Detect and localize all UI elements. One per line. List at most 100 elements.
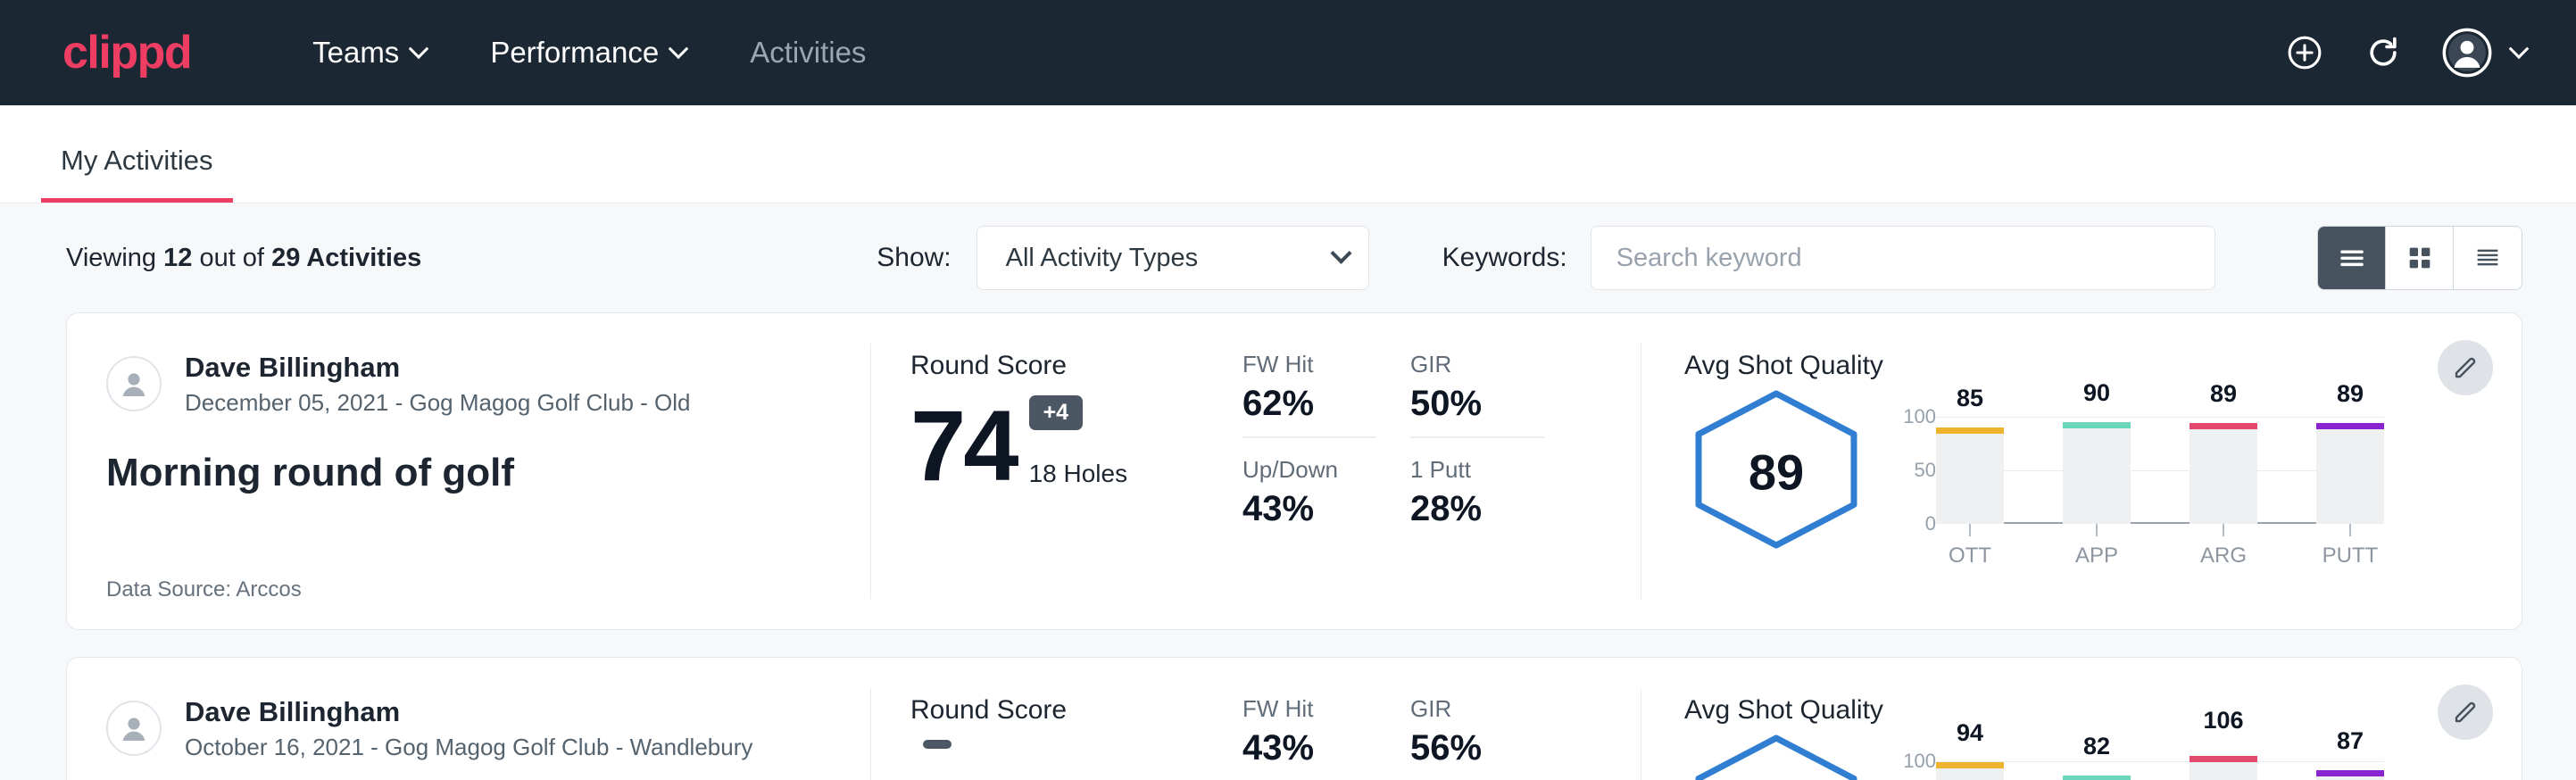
stat-up-down-value: 43% [1242,489,1376,529]
round-stats-column: FW Hit 43% GIR 56% [1203,658,1641,780]
x-label-app: APP [2063,544,2131,568]
account-menu[interactable] [2442,28,2526,78]
edit-activity-button[interactable] [2438,685,2493,740]
tab-my-activities[interactable]: My Activities [41,145,233,203]
avg-shot-quality-heading: Avg Shot Quality [1684,695,2522,726]
player-name: Dave Billingham [185,695,752,728]
bar-arg-cap [2190,423,2257,429]
activity-card[interactable]: Dave Billingham December 05, 2021 - Gog … [66,312,2522,630]
stat-fw-hit-value: 62% [1242,384,1376,424]
edit-activity-button[interactable] [2438,340,2493,395]
nav-item-teams[interactable]: Teams [280,36,458,70]
view-mode-grid-button[interactable] [2386,227,2454,289]
round-score-value: 74 [910,400,1017,492]
x-tick-arg: ARG [2190,524,2257,568]
tab-my-activities-label: My Activities [61,145,213,176]
avatar [106,356,162,411]
viewing-count: 12 [163,244,192,272]
nav-item-performance[interactable]: Performance [458,36,718,70]
stat-gir-label: GIR [1410,695,1544,723]
stat-one-putt: 1 Putt 28% [1410,438,1544,529]
stat-fw-hit-label: FW Hit [1242,695,1376,723]
bar-ott-value: 94 [1936,719,2004,747]
bar-ott: 85 [1936,417,2004,524]
score-to-par-badge [923,740,951,749]
bar-ott-body [1936,768,2004,780]
x-label-arg: ARG [2190,544,2257,568]
round-score-row [910,740,1203,780]
bar-arg: 89 [2190,417,2257,524]
shot-quality-bar-chart: 100 50 0 94 [1884,731,2384,780]
show-label: Show: [877,243,951,273]
keywords-label: Keywords: [1442,243,1567,273]
avatar [106,701,162,756]
viewing-prefix: Viewing [66,244,156,272]
chevron-down-icon [409,38,429,59]
bar-ott-cap [1936,762,2004,768]
activity-type-select[interactable]: All Activity Types [976,226,1369,290]
player-name: Dave Billingham [185,351,691,384]
nav-right-actions [2285,28,2526,78]
chevron-down-icon [669,38,689,59]
refresh-icon[interactable] [2364,33,2403,72]
viewing-total: 29 Activities [271,244,421,272]
round-score-column: Round Score 74 +4 18 Holes [871,313,1203,629]
stat-up-down-label: Up/Down [1242,456,1376,484]
add-circle-icon[interactable] [2285,33,2324,72]
bar-app-cap [2063,776,2131,780]
score-to-par-badge: +4 [1029,395,1084,430]
x-tick-putt: PUTT [2316,524,2384,568]
bar-app-body [2063,427,2131,524]
activity-type-select-value: All Activity Types [1006,244,1198,273]
chevron-down-icon [2509,38,2530,59]
avg-shot-quality-column: Avg Shot Quality 100 50 0 [1641,658,2522,780]
chart-bars: 85 90 [1936,386,2384,524]
list-view-icon [2337,243,2367,273]
avg-shot-quality-hexagon [1684,731,1868,780]
chart-bars: 94 82 [1936,731,2384,780]
chart-y-axis: 100 50 0 [1884,761,1936,780]
stat-gir-label: GIR [1410,351,1544,378]
view-mode-list-button[interactable] [2318,227,2386,289]
avg-shot-quality-heading: Avg Shot Quality [1684,351,2522,381]
bar-arg-body [2190,761,2257,780]
stats-grid: FW Hit 43% GIR 56% [1242,695,1641,780]
activity-card[interactable]: Dave Billingham October 16, 2021 - Gog M… [66,657,2522,780]
bar-app: 90 [2063,417,2131,524]
player-header: Dave Billingham December 05, 2021 - Gog … [106,351,835,417]
avg-shot-quality-hexagon: 89 [1684,386,1868,557]
round-score-column: Round Score [871,658,1203,780]
activity-meta: October 16, 2021 - Gog Magog Golf Club -… [185,734,752,761]
bar-app: 82 [2063,761,2131,780]
bar-arg-cap [2190,756,2257,762]
bar-putt-value: 89 [2316,380,2384,408]
stat-one-putt-label: 1 Putt [1410,456,1544,484]
bar-arg: 106 [2190,761,2257,780]
main-nav-links: Teams Performance Activities [280,36,898,70]
search-input[interactable] [1591,226,2215,290]
stat-fw-hit: FW Hit 43% [1242,695,1376,780]
hexagon-icon [1684,731,1868,780]
x-label-putt: PUTT [2316,544,2384,568]
compact-view-icon [2472,243,2503,273]
viewing-summary: Viewing 12 out of 29 Activities [66,244,421,273]
x-label-ott: OTT [1936,544,2004,568]
stat-fw-hit-label: FW Hit [1242,351,1376,378]
stat-gir-value: 50% [1410,384,1544,424]
view-mode-compact-button[interactable] [2454,227,2522,289]
y-tick-100: 100 [1903,405,1936,428]
chart-y-axis: 100 50 0 [1884,417,1936,524]
nav-item-activities[interactable]: Activities [718,36,898,70]
activity-meta: December 05, 2021 - Gog Magog Golf Club … [185,389,691,417]
clippd-logo[interactable]: clippd [62,29,191,76]
chart-plot-area: 94 82 [1936,731,2384,780]
bar-putt: 89 [2316,417,2384,524]
stat-fw-hit-value: 43% [1242,728,1376,768]
chart-x-axis: OTT APP ARG [1936,524,2384,568]
y-tick-0: 0 [1925,512,1936,535]
bar-ott-body [1936,433,2004,524]
activity-title: Morning round of golf [106,451,835,495]
y-tick-50: 50 [1915,459,1936,482]
person-icon [116,710,152,746]
bar-arg-value: 106 [2190,707,2257,734]
